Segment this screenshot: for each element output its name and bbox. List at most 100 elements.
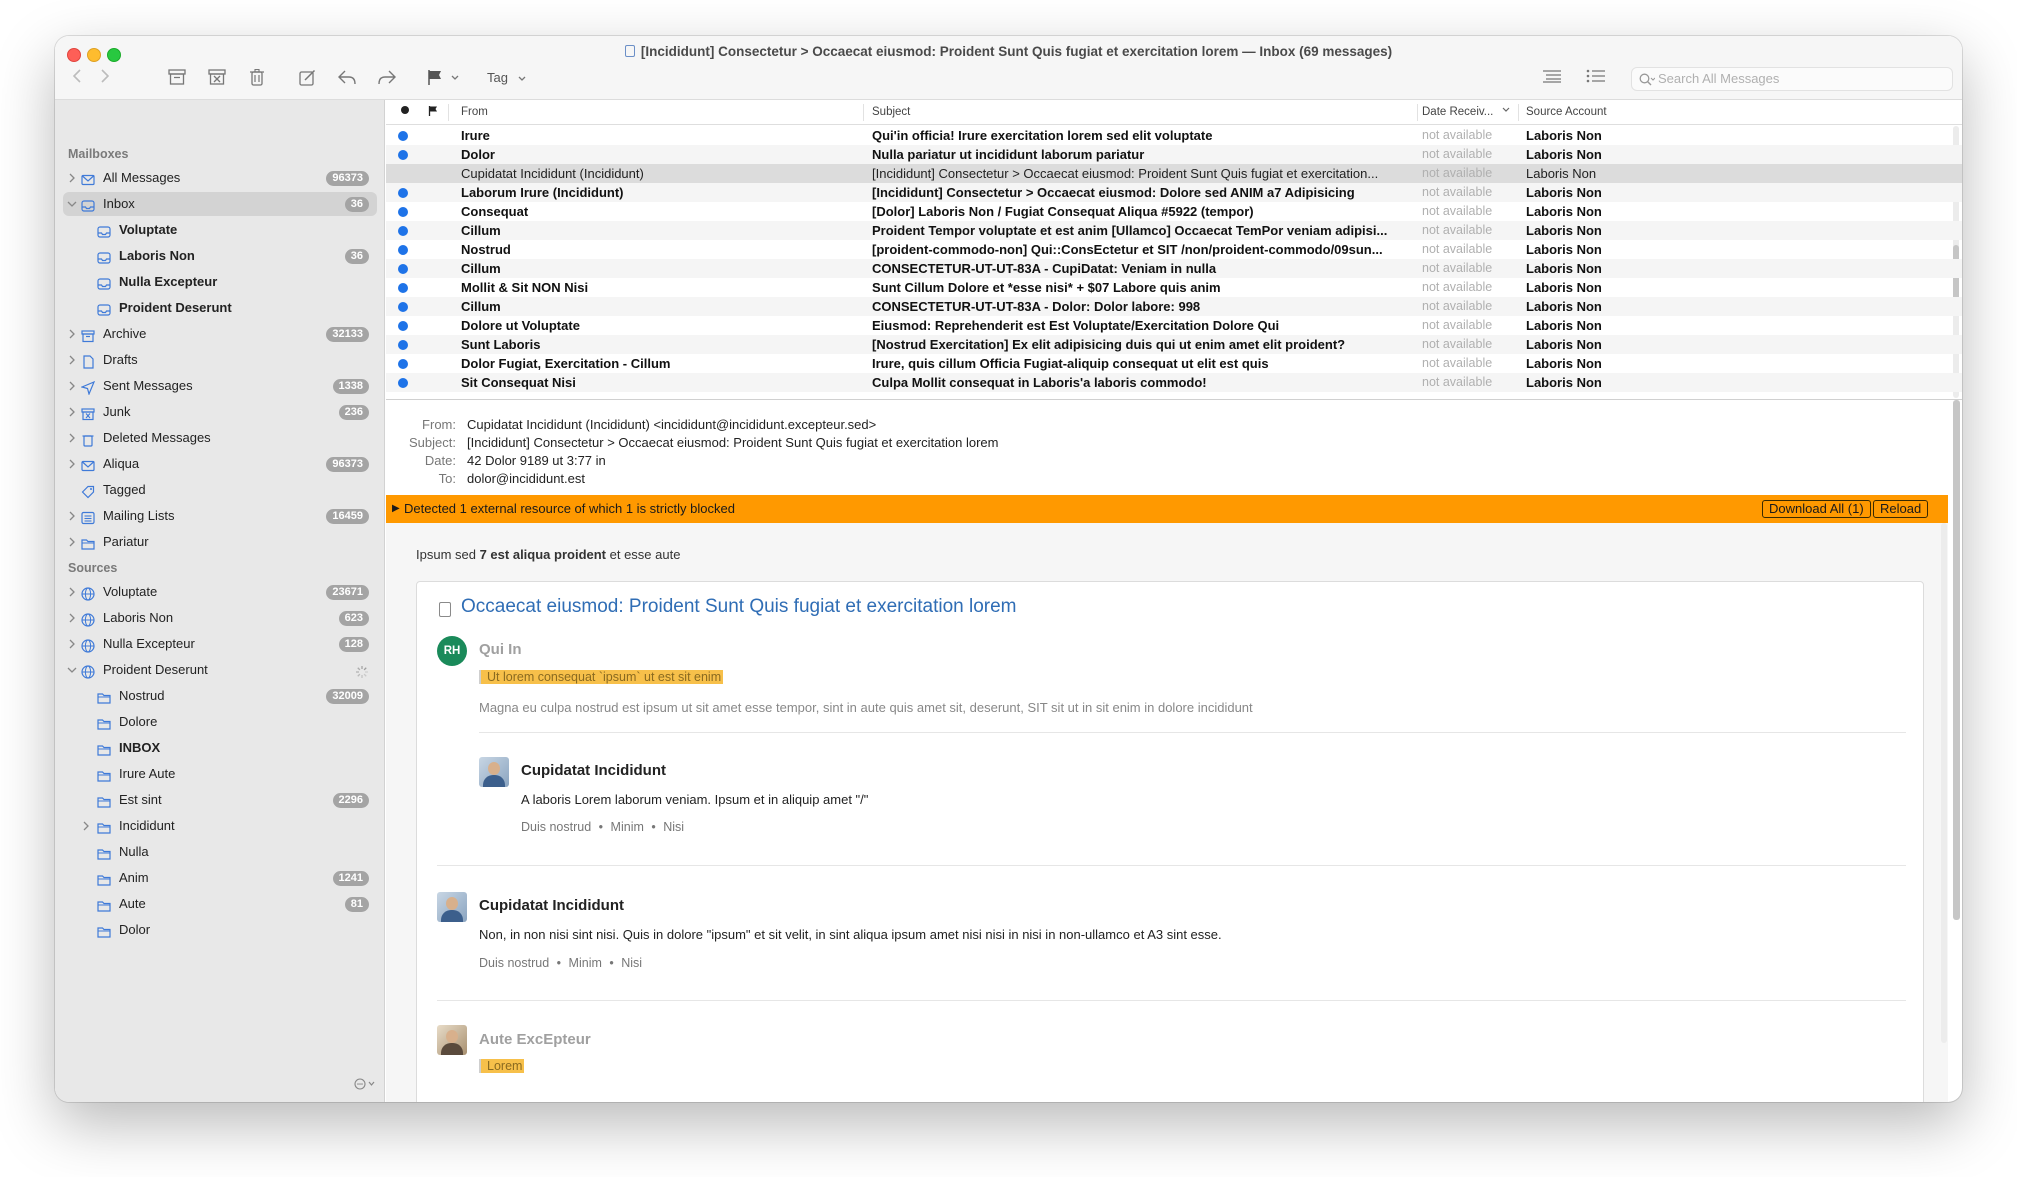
sidebar-item-aliqua[interactable]: Aliqua 96373 [63, 452, 377, 476]
unread-dot-icon[interactable] [398, 283, 408, 293]
sort-chevron-icon[interactable] [1502, 105, 1510, 117]
comment-author[interactable]: Aute ExcEpteur [479, 1031, 591, 1048]
message-row[interactable]: Cupidatat Incididunt (Incididunt) [Incidi… [386, 164, 1962, 183]
flag-column-header[interactable] [428, 105, 438, 120]
unread-dot-icon[interactable] [398, 131, 408, 141]
from-value[interactable]: Cupidatat Incididunt (Incididunt) <incid… [467, 417, 876, 432]
unread-dot-icon[interactable] [398, 321, 408, 331]
message-row[interactable]: Dolor Nulla pariatur ut incididunt laboru… [386, 145, 1962, 164]
sidebar-item-label: Anim [119, 870, 149, 885]
sidebar-item-label: Nulla Excepteur [103, 636, 195, 651]
sidebar-item-voluptate[interactable]: Voluptate [63, 218, 377, 242]
from-column-header[interactable]: From [461, 106, 488, 118]
sidebar-item-proident-deserunt[interactable]: Proident Deserunt [63, 658, 377, 682]
unread-dot-icon[interactable] [398, 150, 408, 160]
meta-item[interactable]: Nisi [621, 956, 642, 970]
sidebar-item-est-sint[interactable]: Est sint 2296 [63, 788, 377, 812]
message-date: not available [1422, 261, 1493, 275]
compose-button[interactable] [295, 66, 319, 90]
sidebar-item-inbox[interactable]: INBOX [63, 736, 377, 760]
sidebar-item-pariatur[interactable]: Pariatur [63, 530, 377, 554]
unread-dot-icon[interactable] [398, 245, 408, 255]
date-column-header[interactable]: Date Receiv... [1422, 106, 1493, 118]
meta-item[interactable]: Duis nostrud [479, 956, 549, 970]
sidebar-item-anim[interactable]: Anim 1241 [63, 866, 377, 890]
sidebar-item-nostrud[interactable]: Nostrud 32009 [63, 684, 377, 708]
account-column-header[interactable]: Source Account [1526, 106, 1607, 118]
unread-dot-icon[interactable] [398, 340, 408, 350]
message-row[interactable]: Cillum CONSECTETUR-UT-UT-83A - Dolor: Dol… [386, 297, 1962, 316]
sidebar-item-irure-aute[interactable]: Irure Aute [63, 762, 377, 786]
sidebar-item-proident-deserunt[interactable]: Proident Deserunt [63, 296, 377, 320]
sidebar-item-junk[interactable]: Junk 236 [63, 400, 377, 424]
sidebar-item-laboris-non[interactable]: Laboris Non 36 [63, 244, 377, 268]
reload-button[interactable]: Reload [1873, 500, 1929, 518]
sidebar-item-nulla-excepteur[interactable]: Nulla Excepteur 128 [63, 632, 377, 656]
message-row[interactable]: Nostrud [proident-commodo-non] Qui::ConsE… [386, 240, 1962, 259]
tag-button[interactable]: Tag [481, 68, 532, 88]
forward-button[interactable] [375, 66, 399, 90]
sidebar-item-inbox[interactable]: Inbox 36 [63, 192, 377, 216]
trash-button[interactable] [245, 66, 269, 90]
body-scrollbar[interactable] [1953, 400, 1960, 920]
unread-dot-icon[interactable] [398, 378, 408, 388]
list-view-button[interactable] [1583, 66, 1609, 90]
message-row[interactable]: Cillum Proident Tempor voluptate et est a… [386, 221, 1962, 240]
sidebar-item-deleted-messages[interactable]: Deleted Messages [63, 426, 377, 450]
sidebar-item-nulla[interactable]: Nulla [63, 840, 377, 864]
reply-button[interactable] [335, 66, 359, 90]
search-field[interactable]: Search All Messages [1631, 67, 1953, 91]
compact-list-button[interactable] [1539, 66, 1565, 90]
sidebar-item-laboris-non[interactable]: Laboris Non 623 [63, 606, 377, 630]
sidebar-item-aute[interactable]: Aute 81 [63, 892, 377, 916]
sidebar-item-voluptate[interactable]: Voluptate 23671 [63, 580, 377, 604]
message-row[interactable]: Mollit & Sit NON Nisi Sunt Cillum Dolore … [386, 278, 1962, 297]
unread-dot-icon[interactable] [398, 302, 408, 312]
comment-author[interactable]: Qui In [479, 641, 522, 658]
comment-author[interactable]: Cupidatat Incididunt [479, 897, 624, 914]
meta-item[interactable]: Minim [569, 956, 602, 970]
to-value[interactable]: dolor@incididunt.est [467, 471, 585, 486]
sidebar-item-all-messages[interactable]: All Messages 96373 [63, 166, 377, 190]
meta-item[interactable]: Nisi [663, 820, 684, 834]
thread-title-link[interactable]: Occaecat eiusmod: Proident Sunt Quis fug… [461, 596, 1017, 618]
message-row[interactable]: Cillum CONSECTETUR-UT-UT-83A - CupiDatat:… [386, 259, 1962, 278]
unread-dot-icon[interactable] [398, 207, 408, 217]
sidebar-item-nulla-excepteur[interactable]: Nulla Excepteur [63, 270, 377, 294]
sidebar-item-archive[interactable]: Archive 32133 [63, 322, 377, 346]
junk-button[interactable] [205, 66, 229, 90]
sidebar-item-mailing-lists[interactable]: Mailing Lists 16459 [63, 504, 377, 528]
sidebar-item-dolor[interactable]: Dolor [63, 918, 377, 942]
subject-column-header[interactable]: Subject [872, 106, 910, 118]
message-row[interactable]: Dolor Fugiat, Exercitation - Cillum Irure… [386, 354, 1962, 373]
sidebar-item-label: Tagged [103, 482, 146, 497]
chevron-right-icon[interactable] [67, 530, 77, 562]
flag-button[interactable] [425, 66, 445, 90]
message-row[interactable]: Irure Qui'in officia! Irure exercitation … [386, 126, 1962, 145]
meta-item[interactable]: Minim [611, 820, 644, 834]
unread-column-header[interactable] [400, 105, 410, 118]
sidebar-item-incididunt[interactable]: Incididunt [63, 814, 377, 838]
sidebar-options-button[interactable] [354, 1078, 376, 1093]
sidebar-item-drafts[interactable]: Drafts [63, 348, 377, 372]
unread-dot-icon[interactable] [398, 226, 408, 236]
flag-menu-button[interactable] [449, 66, 461, 90]
sidebar-item-dolore[interactable]: Dolore [63, 710, 377, 734]
unread-dot-icon[interactable] [398, 264, 408, 274]
message-row[interactable]: Consequat [Dolor] Laboris Non / Fugiat Co… [386, 202, 1962, 221]
unread-dot-icon[interactable] [398, 188, 408, 198]
comment-author[interactable]: Cupidatat Incididunt [521, 762, 666, 779]
message-row[interactable]: Sit Consequat Nisi Culpa Mollit consequat… [386, 373, 1962, 392]
sidebar-item-tagged[interactable]: Tagged [63, 478, 377, 502]
unread-dot-icon[interactable] [398, 359, 408, 369]
back-button[interactable] [67, 66, 87, 90]
meta-item[interactable]: Duis nostrud [521, 820, 591, 834]
disclosure-triangle-icon[interactable]: ▶ [392, 495, 400, 523]
message-row[interactable]: Dolore ut Voluptate Eiusmod: Reprehenderi… [386, 316, 1962, 335]
message-row[interactable]: Sunt Laboris [Nostrud Exercitation] Ex el… [386, 335, 1962, 354]
forward-nav-button[interactable] [95, 66, 115, 90]
archive-button[interactable] [165, 66, 189, 90]
download-all-button[interactable]: Download All (1) [1762, 500, 1871, 518]
message-row[interactable]: Laborum Irure (Incididunt) [Incididunt] C… [386, 183, 1962, 202]
sidebar-item-sent-messages[interactable]: Sent Messages 1338 [63, 374, 377, 398]
